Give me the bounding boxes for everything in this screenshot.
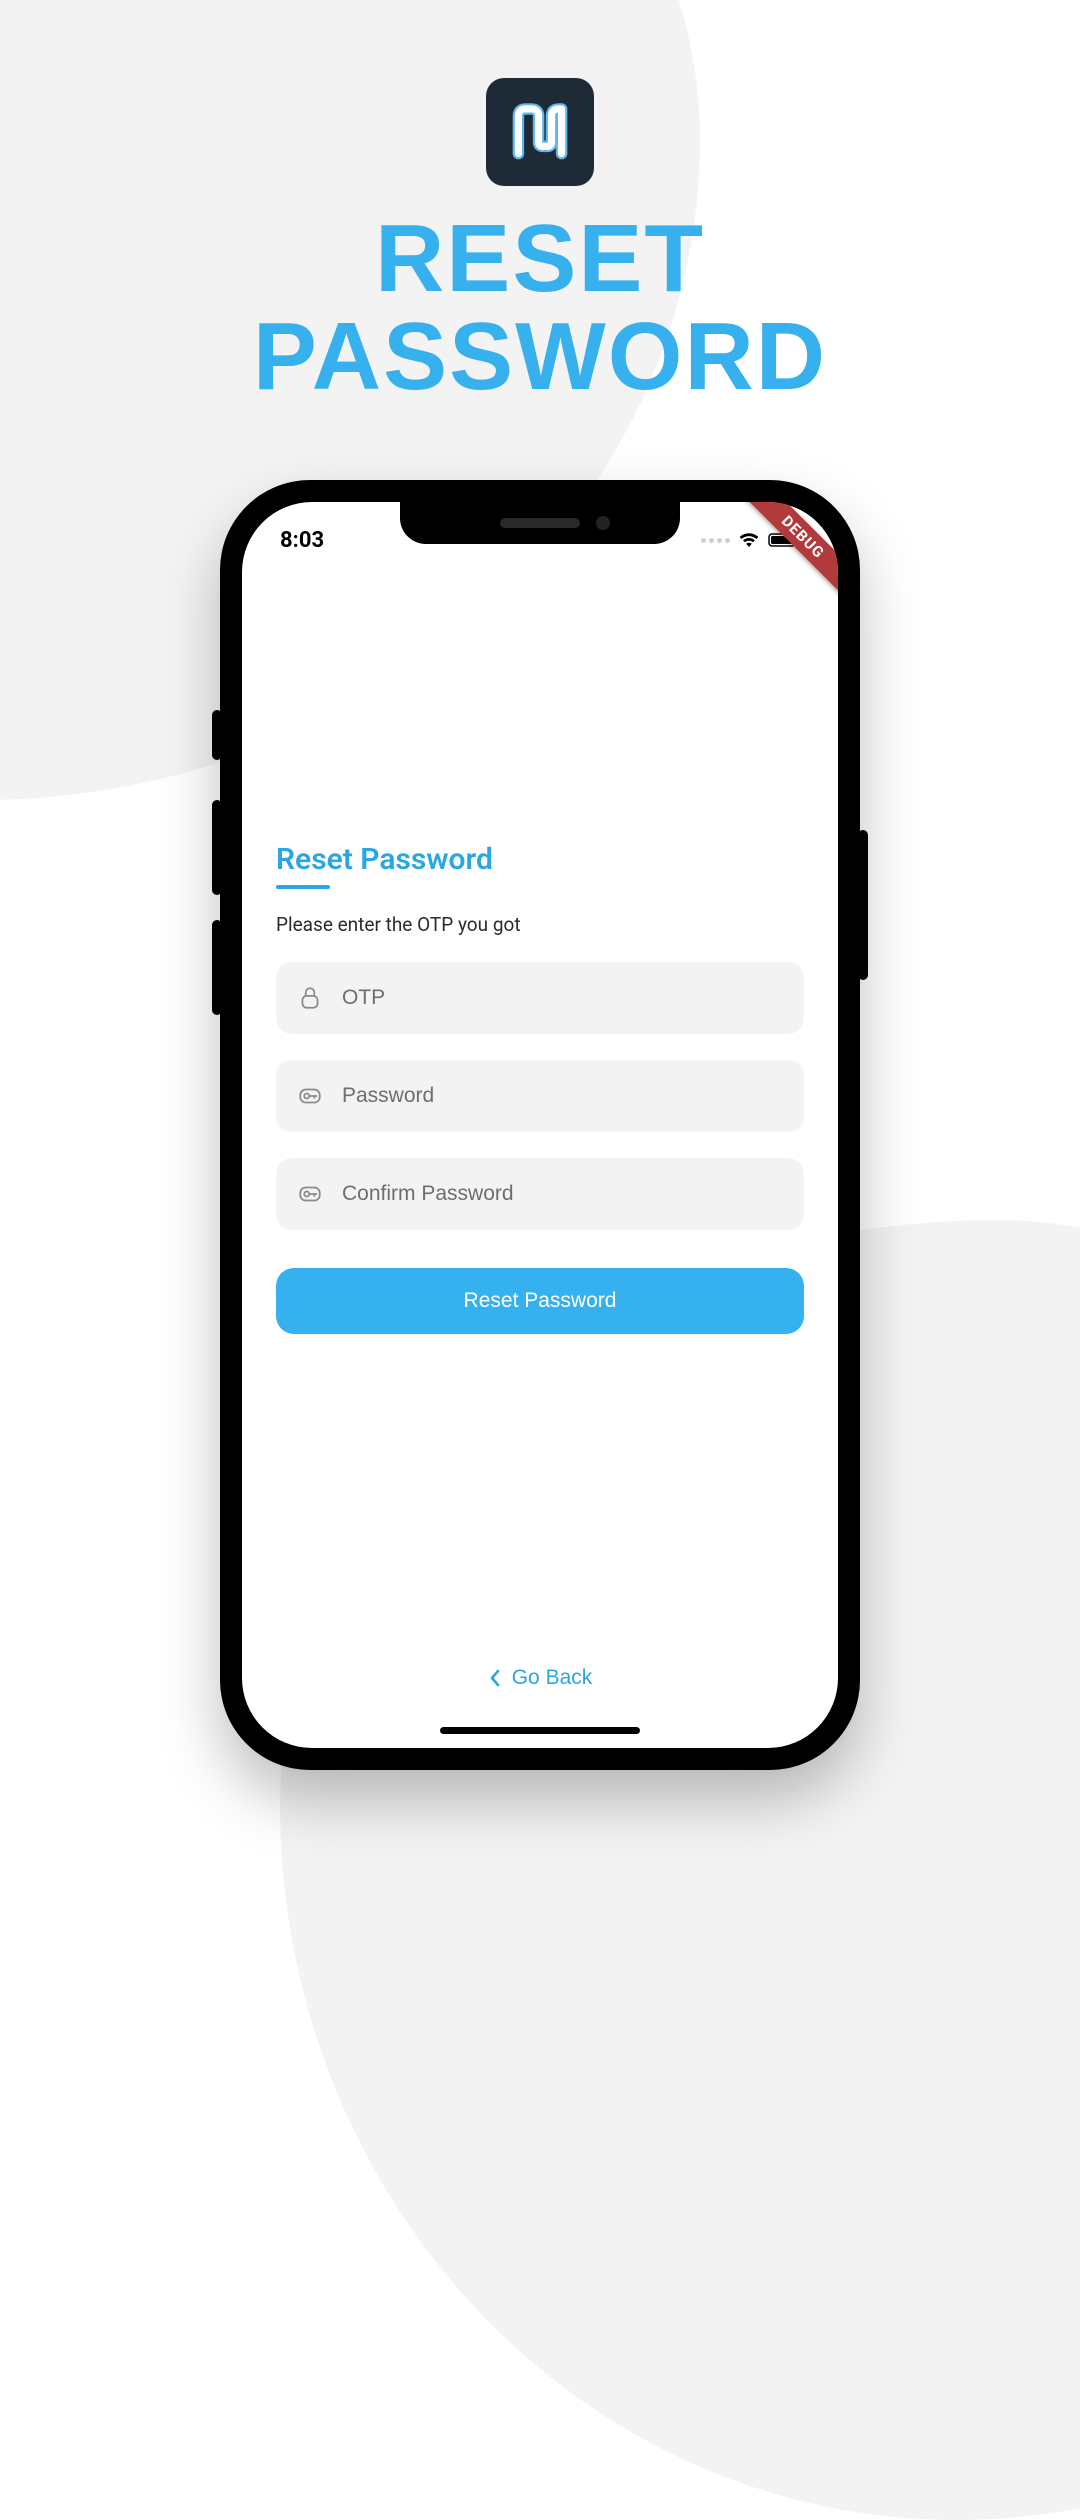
otp-input[interactable]	[342, 986, 784, 1010]
go-back-label: Go Back	[512, 1666, 593, 1690]
phone-volume-down	[212, 920, 222, 1015]
chevron-left-icon	[488, 1668, 502, 1688]
form-title: Reset Password	[276, 842, 804, 877]
phone-screen: DEBUG 8:03	[242, 502, 838, 1748]
form-title-underline	[276, 885, 330, 889]
phone-mockup: DEBUG 8:03	[220, 480, 860, 1770]
phone-notch	[400, 502, 680, 544]
phone-power-button	[858, 830, 868, 980]
app-body: Reset Password Please enter the OTP you …	[242, 502, 838, 1748]
lock-icon	[296, 984, 324, 1012]
phone-speaker	[500, 518, 580, 528]
password-field[interactable]	[276, 1060, 804, 1132]
otp-field[interactable]	[276, 962, 804, 1034]
app-logo	[486, 78, 594, 186]
confirm-password-input[interactable]	[342, 1182, 784, 1206]
key-icon	[296, 1180, 324, 1208]
reset-password-button[interactable]: Reset Password	[276, 1268, 804, 1334]
phone-volume-up	[212, 800, 222, 895]
cellular-signal-icon	[701, 538, 730, 543]
status-time: 8:03	[280, 528, 324, 553]
phone-silence-switch	[212, 710, 222, 760]
reset-password-form: Reset Password Please enter the OTP you …	[276, 842, 804, 1334]
phone-camera	[596, 516, 610, 530]
hero-title: RESET PASSWORD	[0, 210, 1080, 406]
confirm-password-field[interactable]	[276, 1158, 804, 1230]
wifi-icon	[738, 532, 760, 548]
home-indicator	[440, 1727, 640, 1734]
key-icon	[296, 1082, 324, 1110]
app-logo-mark-icon	[504, 96, 576, 168]
password-input[interactable]	[342, 1084, 784, 1108]
go-back-button[interactable]: Go Back	[242, 1666, 838, 1690]
form-subtitle: Please enter the OTP you got	[276, 913, 804, 936]
